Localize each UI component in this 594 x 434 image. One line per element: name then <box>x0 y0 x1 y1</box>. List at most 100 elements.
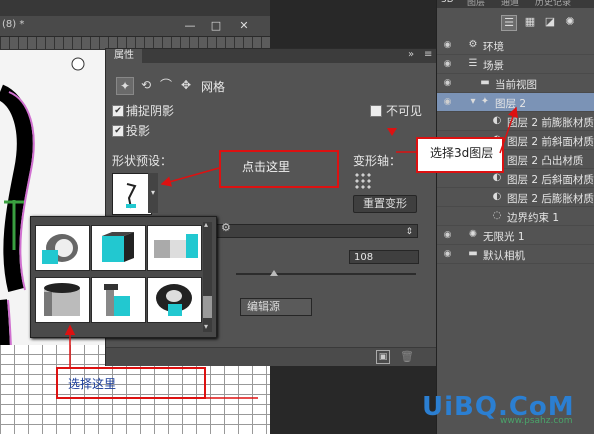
scroll-down-icon[interactable]: ▾ <box>204 322 208 331</box>
layer-row[interactable]: ◌ 边界约束 1 <box>437 207 594 226</box>
deform-axis-grid-icon[interactable] <box>354 172 372 190</box>
tab-properties[interactable]: 属性 <box>106 49 142 63</box>
preset-extrude[interactable] <box>91 277 146 323</box>
whole-scene-filter-icon[interactable]: ☰ <box>501 15 517 31</box>
visibility-eye-icon[interactable]: ◉ <box>442 230 453 241</box>
layer-name: 默认相机 <box>483 250 525 262</box>
annotation-select-here-text: 选择这里 <box>68 377 117 391</box>
minimize-button[interactable]: — <box>178 19 202 33</box>
menu-icon[interactable]: ≡ <box>424 49 432 60</box>
mesh-label: 网格 <box>201 80 226 94</box>
layer-name: 图层 2 后膨胀材质 <box>507 193 594 205</box>
camera-icon: ▬ <box>480 77 490 88</box>
layer-row[interactable]: ◉ ⚙ 环境 <box>437 36 594 55</box>
layer-name: 当前视图 <box>495 79 537 91</box>
layer-name: 图层 2 前斜面材质 <box>507 136 594 148</box>
layer-name: 图层 2 前膨胀材质 <box>507 117 594 129</box>
document-title: (8) * <box>2 19 25 30</box>
preset-bend[interactable] <box>147 225 202 271</box>
annotation-click-here-text: 点击这里 <box>242 160 291 174</box>
coordinates-tab-icon[interactable]: ✥ <box>178 77 194 93</box>
layer-name: 图层 2 凸出材质 <box>507 155 584 167</box>
layers-tabbar: 3D 图层 通道 历史记录 <box>437 0 594 8</box>
preset-twist[interactable] <box>147 277 202 323</box>
expand-triangle-icon[interactable]: ▾ <box>467 96 479 108</box>
layer-name: 边界约束 1 <box>507 212 560 224</box>
environment-icon: ⚙ <box>468 39 478 50</box>
layer-row[interactable]: ◉ ▬ 当前视图 <box>437 74 594 93</box>
invisible-label: 不可见 <box>386 104 423 118</box>
layer-row[interactable]: ◐ 图层 2 后膨胀材质 <box>437 188 594 207</box>
preset-cylinder[interactable] <box>35 277 90 323</box>
catch-shadow-label: 捕捉阴影 <box>126 104 175 118</box>
layer-name: 环境 <box>483 41 504 53</box>
annotation-click-here: 点击这里 <box>219 150 339 188</box>
material-icon: ◐ <box>492 115 502 126</box>
layer-name: 无限光 1 <box>483 231 525 243</box>
texture-mapping-select[interactable]: ⇕ <box>216 224 418 238</box>
scroll-up-icon[interactable]: ▴ <box>204 220 208 229</box>
meshes-filter-icon[interactable]: ▦ <box>523 15 537 29</box>
properties-header: 属性 » ≡ <box>106 49 436 63</box>
light-icon: ✺ <box>468 229 478 240</box>
tab-history[interactable]: 历史记录 <box>535 0 571 8</box>
layer-row[interactable]: ◐ 图层 2 前膨胀材质 <box>437 112 594 131</box>
layer-name: 图层 2 <box>495 98 527 110</box>
depth-slider-thumb[interactable] <box>270 270 278 276</box>
visibility-eye-icon[interactable]: ◉ <box>442 249 453 260</box>
extrusion-depth-field[interactable]: 108 <box>349 250 419 264</box>
popup-gear-icon[interactable]: ⚙ <box>221 221 231 234</box>
constraint-icon: ◌ <box>492 210 502 221</box>
preset-ring[interactable] <box>35 225 90 271</box>
layers-filter-toolbar: ☰ ▦ ◪ ✺ <box>437 12 594 34</box>
collapse-icon[interactable]: » <box>408 49 414 60</box>
layer-row[interactable]: ◉ ▬ 默认相机 <box>437 245 594 264</box>
material-icon: ◐ <box>492 191 502 202</box>
watermark-url: www.psahz.com <box>500 416 573 426</box>
cast-shadow-checkbox[interactable]: ✔ <box>112 125 124 137</box>
tab-layers[interactable]: 图层 <box>467 0 485 8</box>
annotation-select-3d-layer-text: 选择3d图层 <box>430 146 494 160</box>
scroll-thumb[interactable] <box>203 296 212 318</box>
render-icon[interactable]: ▣ <box>376 350 390 364</box>
popup-scrollbar[interactable]: ▴ ▾ <box>203 220 212 332</box>
maximize-button[interactable]: □ <box>204 19 228 33</box>
mesh-tab-icon[interactable]: ✦ <box>116 77 134 95</box>
deform-tab-icon[interactable]: ⟲ <box>138 77 154 93</box>
3d-layers-panel: 3D 图层 通道 历史记录 ☰ ▦ ◪ ✺ ◉ ⚙ 环境 ◉ ☰ 场景 ◉ ▬ 当前视图 ◉ ▾ ✦ 图… <box>436 0 594 434</box>
visibility-eye-icon[interactable]: ◉ <box>442 78 453 89</box>
annotation-select-here: 选择这里 <box>56 367 206 399</box>
shape-preset-picker[interactable] <box>112 173 152 215</box>
camera-icon: ▬ <box>468 248 478 259</box>
close-button[interactable]: ✕ <box>232 19 256 33</box>
tab-3d[interactable]: 3D <box>441 0 454 5</box>
edit-source-button[interactable]: 编辑源 <box>240 298 312 316</box>
shape-preset-label: 形状预设： <box>112 154 173 168</box>
properties-footer: ▣ 🗑 <box>106 347 436 366</box>
deform-axis-label: 变形轴： <box>353 154 402 168</box>
depth-slider-track[interactable] <box>236 273 416 275</box>
layer-row[interactable]: ◉ ✺ 无限光 1 <box>437 226 594 245</box>
mesh-icon: ✦ <box>480 96 490 107</box>
visibility-eye-icon[interactable]: ◉ <box>442 97 453 108</box>
lights-filter-icon[interactable]: ✺ <box>563 15 577 29</box>
shape-preset-dropdown[interactable]: ▾ <box>148 173 158 213</box>
preset-cube[interactable] <box>91 225 146 271</box>
visibility-eye-icon[interactable]: ◉ <box>442 40 453 51</box>
layer-name: 场景 <box>483 60 504 72</box>
cap-tab-icon[interactable]: ⌒ <box>158 77 174 93</box>
invisible-checkbox[interactable] <box>370 105 382 117</box>
reset-deform-button[interactable]: 重置变形 <box>353 195 417 213</box>
annotation-select-3d-layer: 选择3d图层 <box>416 137 504 173</box>
current-shape-thumbnail <box>126 183 137 209</box>
layer-row[interactable]: ◉ ▾ ✦ 图层 2 <box>437 93 594 112</box>
catch-shadow-checkbox[interactable]: ✔ <box>112 105 124 117</box>
layer-name: 图层 2 后斜面材质 <box>507 174 594 186</box>
materials-filter-icon[interactable]: ◪ <box>543 15 557 29</box>
tab-channels[interactable]: 通道 <box>501 0 519 8</box>
scene-icon: ☰ <box>468 58 478 69</box>
visibility-eye-icon[interactable]: ◉ <box>442 59 453 70</box>
properties-toolbar: ✦ ⟲ ⌒ ✥ 网格 <box>106 73 436 97</box>
delete-icon[interactable]: 🗑 <box>400 350 414 363</box>
layer-row[interactable]: ◉ ☰ 场景 <box>437 55 594 74</box>
